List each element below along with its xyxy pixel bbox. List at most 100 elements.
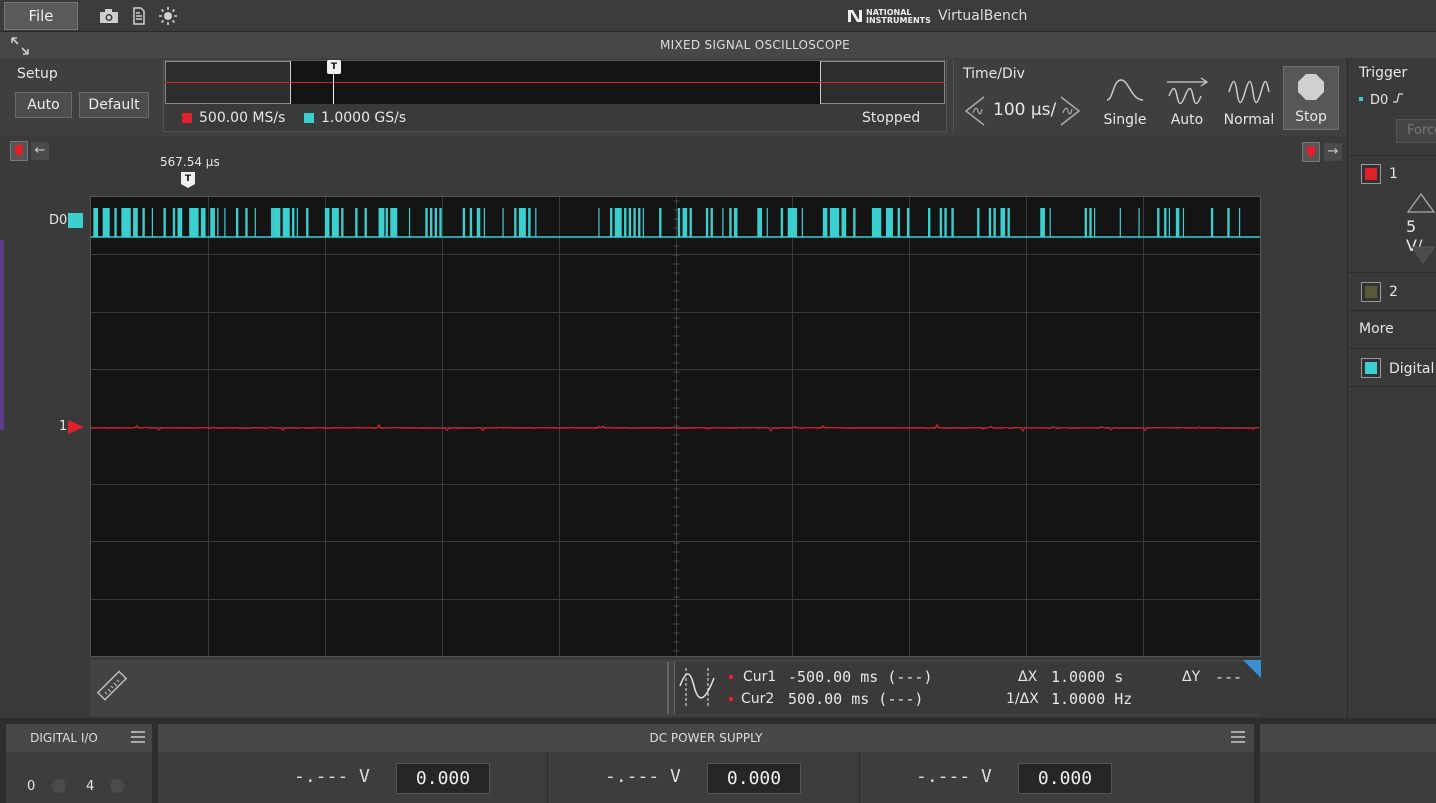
d0-high-pulse: [1049, 208, 1051, 237]
inv-delta-x-value: 1.0000 Hz: [1051, 690, 1133, 708]
d0-label: D0: [49, 213, 68, 228]
dio-line-4-label: 4: [86, 779, 95, 794]
file-export-icon[interactable]: [128, 7, 150, 25]
trigger-mode-normal-button[interactable]: Normal: [1220, 62, 1278, 132]
d0-high-pulse: [114, 208, 117, 237]
cur2-value: 500.00 ms (---): [788, 690, 924, 708]
delta-x-label: ΔX: [1018, 669, 1038, 685]
digital-io-menu-icon[interactable]: [130, 730, 146, 744]
digital-enable-checkbox[interactable]: [1361, 358, 1381, 378]
trigger-source[interactable]: D0: [1370, 92, 1404, 108]
d0-high-pulse: [200, 208, 206, 237]
cursor-mode-icon[interactable]: [678, 666, 716, 708]
d0-high-pulse: [177, 208, 183, 237]
delta-x-value: 1.0000 s: [1051, 668, 1124, 686]
single-label: Single: [1103, 112, 1147, 128]
d0-high-pulse: [378, 208, 385, 237]
d0-high-pulse: [710, 208, 713, 237]
top-toolbar: [0, 0, 1436, 32]
dc-output-1-setpoint[interactable]: 0.000: [396, 763, 490, 794]
window-edge: [0, 240, 4, 430]
app-name: VirtualBench: [938, 8, 1028, 24]
file-menu-button[interactable]: File: [4, 2, 78, 30]
d0-high-pulse: [271, 208, 274, 237]
d0-high-pulse: [682, 208, 688, 237]
d0-high-pulse: [292, 208, 295, 237]
d0-high-pulse: [254, 208, 256, 237]
d0-high-pulse: [733, 208, 738, 237]
overview-trigger-marker[interactable]: T: [327, 60, 341, 74]
timebase-increase-button[interactable]: [1057, 95, 1083, 126]
d0-swatch[interactable]: [68, 213, 83, 228]
d0-high-pulse: [1164, 208, 1167, 237]
ch1-scale-up-icon[interactable]: [1406, 192, 1436, 219]
dio-line-4-led[interactable]: [110, 779, 124, 793]
scroll-right-arrow-icon[interactable]: →: [1324, 143, 1342, 161]
more-channels-button[interactable]: More: [1359, 321, 1394, 337]
d0-high-pulse: [189, 208, 199, 237]
dc-power-menu-icon[interactable]: [1230, 730, 1246, 744]
d0-high-pulse: [1094, 208, 1096, 237]
d0-high-pulse: [598, 208, 600, 237]
timebase-value[interactable]: 100 µs/: [993, 100, 1056, 120]
d0-high-pulse: [390, 208, 398, 237]
d0-high-pulse: [483, 208, 485, 237]
scroll-left-arrow-icon[interactable]: ←: [31, 142, 49, 160]
trigger-mode-stop-button[interactable]: Stop: [1283, 66, 1339, 130]
force-trigger-button[interactable]: Force: [1396, 119, 1436, 143]
d0-high-pulse: [766, 208, 768, 237]
auto-label: Auto: [1170, 112, 1204, 128]
d0-high-pulse: [939, 208, 943, 237]
dc-power-title: DC POWER SUPPLY: [158, 724, 1254, 752]
cursor-marker-right[interactable]: [1302, 142, 1320, 162]
d0-high-pulse: [245, 208, 248, 237]
ch1-scale-down-icon[interactable]: [1410, 245, 1436, 269]
timebase-decrease-button[interactable]: [962, 95, 988, 126]
cur1-label: Cur1: [743, 669, 777, 685]
extra-panel-header: [1260, 724, 1436, 752]
brightness-icon[interactable]: [157, 7, 179, 25]
dc-output-2-measured: -.--- V: [605, 766, 681, 787]
d0-high-pulse: [439, 208, 442, 237]
stop-icon: [1298, 74, 1324, 100]
stop-label: Stop: [1295, 109, 1327, 125]
d0-high-pulse: [677, 208, 681, 237]
d0-high-pulse: [434, 208, 438, 237]
ch2-enable-checkbox[interactable]: [1361, 282, 1381, 302]
d0-high-pulse: [217, 208, 219, 237]
d0-high-pulse: [841, 208, 847, 237]
ruler-icon[interactable]: [92, 662, 132, 712]
d0-high-pulse: [729, 208, 732, 237]
dc-output-3-setpoint[interactable]: 0.000: [1018, 763, 1112, 794]
cur2-label: Cur2: [741, 691, 775, 707]
d0-high-pulse: [1210, 208, 1214, 237]
waveform-plot[interactable]: [90, 196, 1261, 657]
autoset-button[interactable]: Auto: [15, 92, 72, 118]
d0-high-pulse: [906, 208, 910, 237]
d0-high-pulse: [282, 208, 290, 237]
d0-high-pulse: [502, 208, 504, 237]
analog-sample-rate: 500.00 MS/s: [199, 110, 286, 126]
trigger-source-label: D0: [1370, 93, 1389, 108]
brand-line-2: INSTRUMENTS: [866, 16, 931, 25]
d0-high-pulse: [610, 208, 613, 237]
d0-high-pulse: [705, 208, 709, 237]
d0-high-pulse: [614, 208, 622, 237]
d0-high-pulse: [121, 208, 131, 237]
d0-high-pulse: [722, 208, 724, 237]
d0-high-pulse: [780, 208, 784, 237]
dio-line-0-led[interactable]: [52, 779, 66, 793]
trigger-mode-single-button[interactable]: Single: [1098, 62, 1152, 132]
cursor-marker-left[interactable]: [10, 141, 28, 161]
default-setup-button[interactable]: Default: [79, 92, 149, 118]
d0-high-pulse: [514, 208, 517, 237]
ch1-enable-checkbox[interactable]: [1361, 164, 1381, 184]
camera-icon[interactable]: [98, 7, 120, 25]
waveform-svg: [91, 197, 1260, 656]
d0-high-pulse: [528, 208, 531, 237]
d0-high-pulse: [944, 208, 947, 237]
trigger-mode-auto-button[interactable]: Auto: [1160, 62, 1214, 132]
d0-high-pulse: [331, 208, 339, 237]
d0-high-pulse: [425, 208, 428, 237]
dc-output-2-setpoint[interactable]: 0.000: [707, 763, 801, 794]
